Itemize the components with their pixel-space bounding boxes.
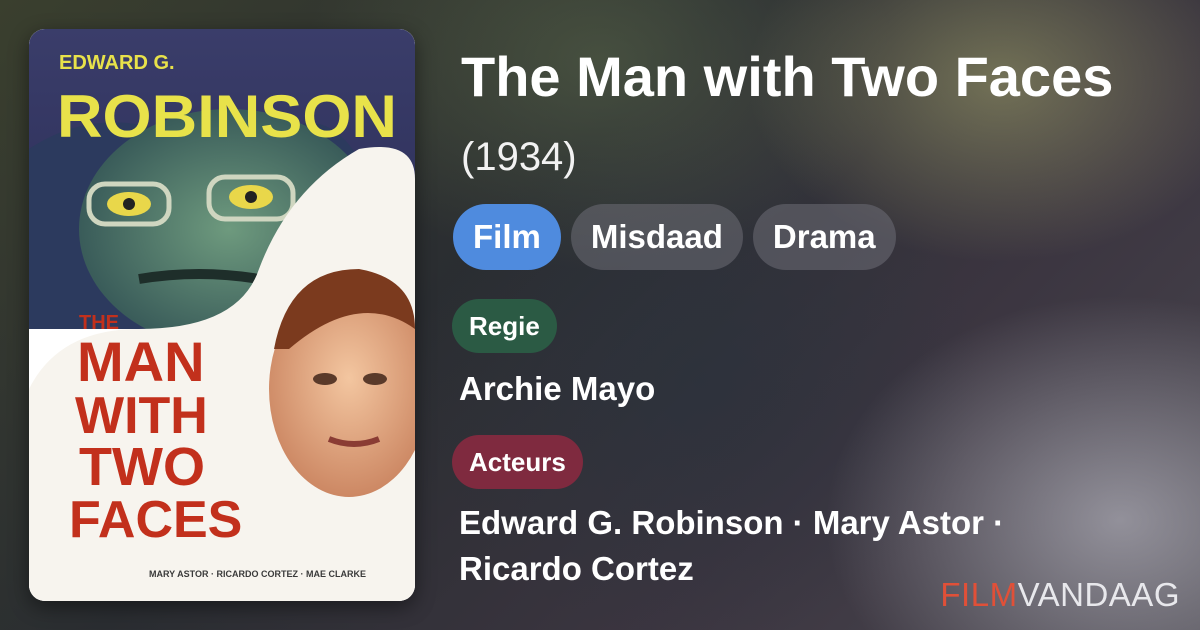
poster-title-line4: TWO [79, 437, 205, 497]
genre-list: Film Misdaad Drama [453, 204, 896, 270]
poster-top-text: EDWARD G. [59, 52, 175, 74]
movie-poster: EDWARD G. ROBINSON THE MAN WITH TWO FACE… [29, 29, 415, 601]
director-name: Archie Mayo [459, 370, 656, 407]
poster-title-line2: MAN [77, 330, 205, 393]
movie-title: The Man with Two Faces [461, 45, 1114, 108]
cast-label: Acteurs [452, 435, 583, 489]
brand-logo-part2: VANDAAG [1017, 576, 1180, 613]
cast-line-1: Edward G. Robinson · Mary Astor · [459, 504, 1005, 541]
poster-title-line5: FACES [69, 491, 242, 549]
movie-year: (1934) [461, 135, 577, 179]
genre-pill-misdaad[interactable]: Misdaad [570, 204, 743, 270]
brand-logo: FILMVANDAAG [940, 576, 1180, 614]
brand-logo-part1: FILM [940, 576, 1018, 613]
director-label: Regie [452, 299, 557, 353]
poster-credits: MARY ASTOR · RICARDO CORTEZ · MAE CLARKE [149, 569, 366, 579]
genre-pill-drama[interactable]: Drama [752, 204, 896, 270]
movie-poster-image: EDWARD G. ROBINSON THE MAN WITH TWO FACE… [29, 29, 415, 601]
movie-title-heading: The Man with Two Faces (1934) [461, 40, 1181, 194]
poster-star-name: ROBINSON [57, 83, 397, 150]
genre-pill-film[interactable]: Film [453, 204, 561, 270]
